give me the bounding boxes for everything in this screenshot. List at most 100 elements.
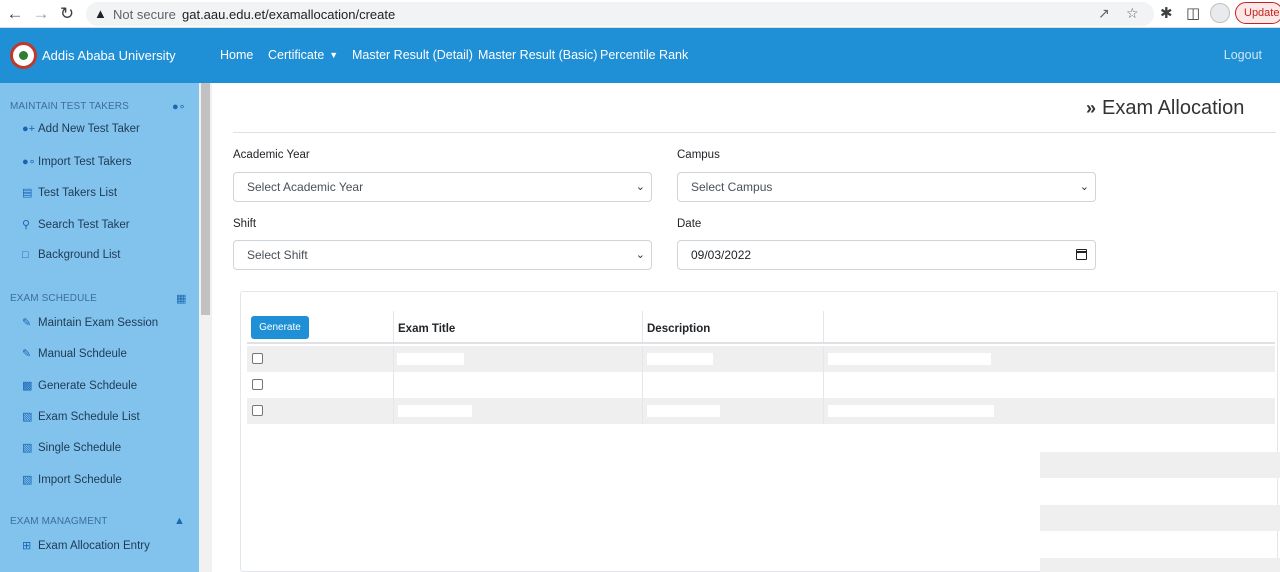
sidebar-item-label: Exam Schedule List bbox=[38, 411, 140, 423]
row-select-cell bbox=[247, 398, 394, 424]
sidebar-item-generate-schedule[interactable]: ▩ Generate Schdeule bbox=[22, 379, 137, 392]
campus-value: Select Campus bbox=[691, 180, 773, 194]
address-bar[interactable]: ▲ Not secure gat.aau.edu.et/examallocati… bbox=[86, 2, 1154, 26]
row-select-cell bbox=[247, 372, 394, 398]
shift-label: Shift bbox=[233, 218, 257, 230]
table-row bbox=[247, 372, 1275, 398]
shift-select[interactable]: Select Shift ⌄ bbox=[233, 240, 652, 270]
sidebar-item-single-schedule[interactable]: ▧ Single Schedule bbox=[22, 441, 121, 454]
generate-button[interactable]: Generate bbox=[251, 316, 309, 339]
share-icon[interactable]: ↗ bbox=[1098, 5, 1110, 22]
user-tie-icon: ▲ bbox=[174, 515, 185, 527]
sidebar-scrollbar-thumb[interactable] bbox=[201, 83, 210, 315]
url-text[interactable]: gat.aau.edu.et/examallocation/create bbox=[182, 7, 395, 22]
date-value: 09/03/2022 bbox=[691, 248, 752, 262]
gift-icon: ▩ bbox=[22, 380, 33, 392]
sidebar-item-maintain-exam-session[interactable]: ✎ Maintain Exam Session bbox=[22, 316, 158, 329]
clipboard-icon: ▧ bbox=[22, 474, 33, 486]
double-chevron-right-icon: » bbox=[1086, 98, 1097, 118]
top-navbar: Addis Ababa University Home Certificate ▼… bbox=[0, 28, 1280, 83]
not-secure-label: Not secure bbox=[113, 7, 176, 22]
redacted-value bbox=[647, 353, 713, 365]
header-cell-extra bbox=[824, 311, 1275, 342]
chevron-down-icon: ⌄ bbox=[1079, 181, 1089, 193]
sidebar-item-add-test-taker[interactable]: ●+ Add New Test Taker bbox=[22, 123, 140, 135]
extra-cell bbox=[824, 398, 1275, 424]
sidebar-item-label: Background List bbox=[38, 249, 121, 261]
sidebar-item-test-takers-list[interactable]: ▤ Test Takers List bbox=[22, 186, 117, 199]
back-icon[interactable]: ← bbox=[4, 3, 26, 25]
date-input[interactable]: 09/03/2022 bbox=[677, 240, 1096, 270]
id-card-icon: ▤ bbox=[22, 187, 33, 199]
redacted-value bbox=[647, 405, 720, 417]
extra-cell bbox=[824, 346, 1275, 372]
sidebar-item-label: Single Schedule bbox=[38, 442, 122, 454]
sidebar-heading-exam-schedule: EXAM SCHEDULE bbox=[10, 293, 97, 304]
side-panel-icon[interactable]: ◫ bbox=[1186, 4, 1200, 22]
column-header-exam-title: Exam Title bbox=[398, 323, 456, 335]
row-checkbox[interactable] bbox=[252, 379, 263, 390]
header-cell-exam-title: Exam Title bbox=[394, 311, 643, 342]
sidebar-item-label: Search Test Taker bbox=[38, 219, 130, 231]
logout-link[interactable]: Logout bbox=[1224, 48, 1262, 62]
sidebar-item-import-schedule[interactable]: ▧ Import Schedule bbox=[22, 473, 122, 486]
browser-toolbar: ← → ↻ ▲ Not secure gat.aau.edu.et/examal… bbox=[0, 0, 1280, 28]
exam-title-cell bbox=[394, 398, 643, 424]
sidebar-item-label: Import Schedule bbox=[38, 474, 122, 486]
plus-square-icon: ⊞ bbox=[22, 540, 32, 552]
sidebar-item-label: Manual Schdeule bbox=[38, 348, 127, 360]
sidebar-heading-test-takers: MAINTAIN TEST TAKERS bbox=[10, 101, 129, 112]
nav-master-result-detail[interactable]: Master Result (Detail) bbox=[352, 48, 473, 62]
sidebar-item-exam-allocation-entry[interactable]: ⊞ Exam Allocation Entry bbox=[22, 539, 150, 552]
table-row-obscured bbox=[1040, 558, 1280, 572]
user-cog-icon: ●∘ bbox=[22, 156, 36, 168]
forward-icon[interactable]: → bbox=[30, 3, 52, 25]
row-select-cell bbox=[247, 346, 394, 372]
description-cell bbox=[643, 398, 824, 424]
extensions-icon[interactable]: ✱ bbox=[1160, 4, 1173, 22]
campus-label: Campus bbox=[677, 149, 720, 161]
nav-master-result-basic[interactable]: Master Result (Basic) bbox=[478, 48, 597, 62]
clipboard-icon: ▧ bbox=[22, 442, 33, 454]
title-divider bbox=[233, 132, 1276, 133]
extra-cell bbox=[824, 372, 1275, 398]
brand-name[interactable]: Addis Ababa University bbox=[42, 48, 176, 63]
exam-title-cell bbox=[394, 346, 643, 372]
row-checkbox[interactable] bbox=[252, 405, 263, 416]
sidebar-item-label: Import Test Takers bbox=[38, 156, 132, 168]
campus-select[interactable]: Select Campus ⌄ bbox=[677, 172, 1096, 202]
reload-icon[interactable]: ↻ bbox=[56, 3, 78, 25]
profile-avatar[interactable] bbox=[1210, 3, 1230, 23]
academic-year-select[interactable]: Select Academic Year ⌄ bbox=[233, 172, 652, 202]
sidebar-item-label: Add New Test Taker bbox=[38, 123, 140, 135]
row-checkbox[interactable] bbox=[252, 353, 263, 364]
column-header-description: Description bbox=[647, 323, 711, 335]
table-row bbox=[247, 398, 1275, 424]
main-content: » Exam Allocation Academic Year Select Ac… bbox=[212, 83, 1280, 572]
sidebar-item-label: Generate Schdeule bbox=[38, 380, 138, 392]
academic-year-value: Select Academic Year bbox=[247, 180, 364, 194]
sidebar-item-background-list[interactable]: □ Background List bbox=[22, 249, 120, 261]
table-header-row: Generate Exam Title Description bbox=[247, 311, 1275, 344]
exam-title-cell bbox=[394, 372, 643, 398]
update-button[interactable]: Update bbox=[1235, 2, 1280, 24]
nav-percentile-rank[interactable]: Percentile Rank bbox=[600, 48, 688, 62]
table-row-obscured bbox=[1040, 505, 1280, 531]
star-icon[interactable]: ☆ bbox=[1126, 5, 1139, 22]
search-icon: ⚲ bbox=[22, 219, 31, 231]
sidebar-item-manual-schedule[interactable]: ✎ Manual Schdeule bbox=[22, 347, 127, 360]
sidebar-item-exam-schedule-list[interactable]: ▧ Exam Schedule List bbox=[22, 410, 140, 423]
calendar-icon: ▦ bbox=[176, 293, 187, 305]
calendar-icon[interactable] bbox=[1076, 249, 1087, 260]
chevron-down-icon: ⌄ bbox=[635, 181, 645, 193]
page-title: » Exam Allocation bbox=[1086, 97, 1244, 120]
edit-icon: ✎ bbox=[22, 317, 32, 329]
nav-certificate[interactable]: Certificate ▼ bbox=[268, 48, 338, 62]
nav-home[interactable]: Home bbox=[220, 48, 253, 62]
sidebar-item-label: Test Takers List bbox=[38, 187, 118, 199]
sidebar-item-import-test-takers[interactable]: ●∘ Import Test Takers bbox=[22, 155, 132, 168]
sidebar-item-search-test-taker[interactable]: ⚲ Search Test Taker bbox=[22, 218, 130, 231]
nav-certificate-label: Certificate bbox=[268, 48, 325, 62]
warning-icon: ▲ bbox=[94, 6, 107, 21]
header-cell-generate: Generate bbox=[247, 311, 394, 342]
